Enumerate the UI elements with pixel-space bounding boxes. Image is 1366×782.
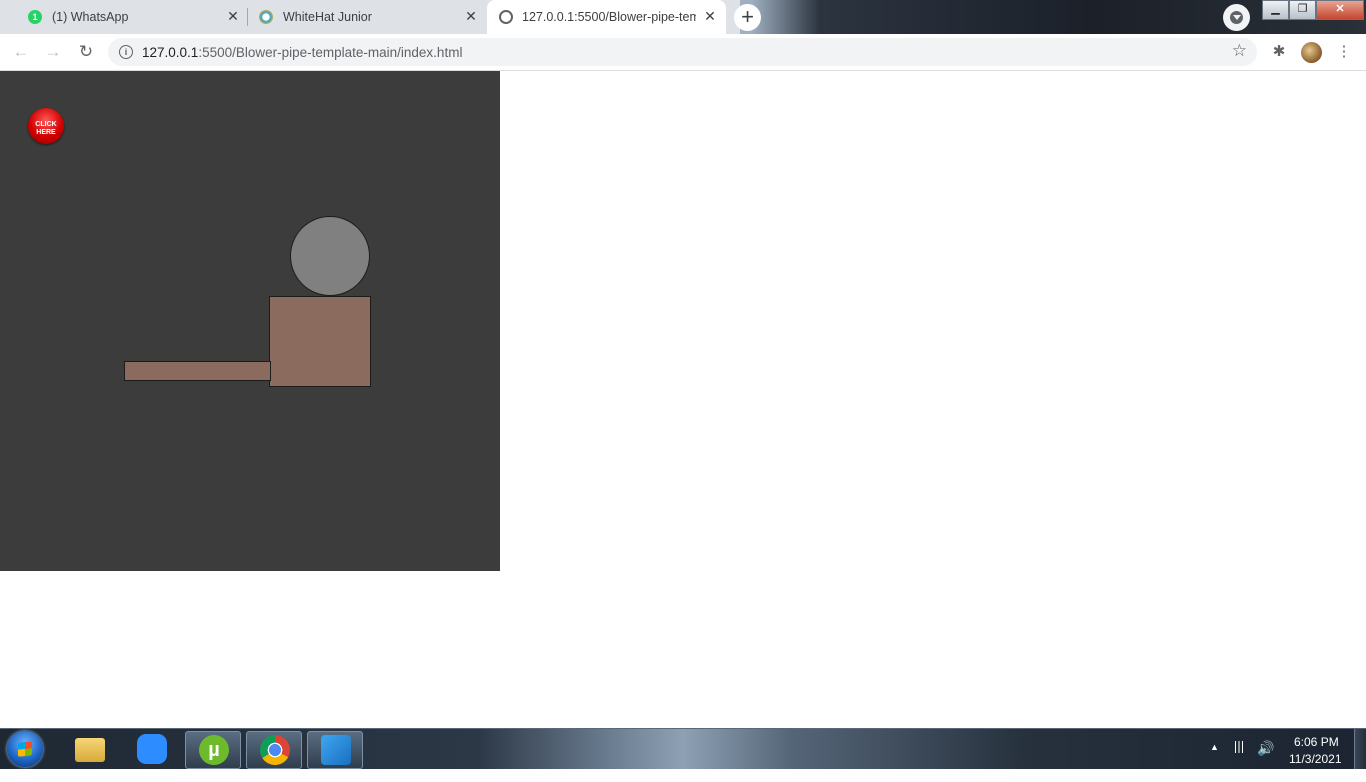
blower-body <box>269 296 371 387</box>
close-window-button[interactable]: ✕ <box>1316 0 1364 20</box>
taskbar-chrome[interactable] <box>246 731 302 769</box>
tab-title: (1) WhatsApp <box>52 10 129 24</box>
click-here-button[interactable]: CLICK HERE <box>28 108 64 144</box>
minimize-button[interactable]: ▁ <box>1262 0 1289 20</box>
clock-time[interactable]: 6:06 PM <box>1294 735 1339 749</box>
clock-date[interactable]: 11/3/2021 <box>1289 752 1342 766</box>
chevron-down-icon <box>1233 15 1241 20</box>
ball <box>290 216 370 296</box>
url-path: :5500/Blower-pipe-template-main/index.ht… <box>198 45 463 60</box>
whitehat-jr-icon <box>259 10 273 24</box>
chrome-icon <box>260 735 290 765</box>
extensions-icon[interactable]: ✱ <box>1269 42 1289 62</box>
browser-toolbar: ← → ↻ i 127.0.0.1:5500/Blower-pipe-templ… <box>0 34 1366 71</box>
globe-icon <box>499 10 513 24</box>
new-tab-button[interactable]: + <box>734 4 761 31</box>
forward-button[interactable]: → <box>41 40 65 64</box>
whatsapp-icon: 1 <box>28 10 42 24</box>
taskbar-zoom[interactable] <box>124 731 178 767</box>
url-text[interactable]: 127.0.0.1:5500/Blower-pipe-template-main… <box>142 45 462 60</box>
taskbar-utorrent[interactable]: µ <box>185 731 241 769</box>
network-icon[interactable] <box>1232 741 1246 753</box>
menu-kebab-icon[interactable]: ⋮ <box>1334 42 1354 62</box>
info-icon[interactable]: i <box>119 45 133 59</box>
tab-search-button[interactable] <box>1223 4 1250 31</box>
tab-whatsapp[interactable]: 1 (1) WhatsApp ✕ <box>8 0 246 34</box>
address-bar[interactable]: i 127.0.0.1:5500/Blower-pipe-template-ma… <box>108 38 1257 66</box>
close-icon[interactable]: ✕ <box>464 9 478 23</box>
start-button[interactable] <box>7 731 43 767</box>
tab-title: WhiteHat Junior <box>283 10 372 24</box>
tab-whitehat-junior[interactable]: WhiteHat Junior ✕ <box>248 0 486 34</box>
vscode-icon <box>321 735 351 765</box>
show-desktop-button[interactable] <box>1354 729 1366 769</box>
volume-icon[interactable]: 🔊 <box>1257 740 1274 780</box>
browser-tab-strip: 1 (1) WhatsApp ✕ WhiteHat Junior ✕ 127.0… <box>0 0 1366 34</box>
close-icon[interactable]: ✕ <box>703 9 717 23</box>
click-here-label: CLICK HERE <box>35 121 57 136</box>
tab-title: 127.0.0.1:5500/Blower-pipe-temp <box>522 10 696 24</box>
windows-taskbar: µ ▲ 🔊 6:06 PM 11/3/2021 <box>0 728 1366 769</box>
reload-button[interactable]: ↻ <box>74 40 98 64</box>
utorrent-icon: µ <box>199 735 229 765</box>
url-host: 127.0.0.1 <box>142 45 199 60</box>
blower-pipe <box>124 361 271 381</box>
taskbar-file-explorer[interactable] <box>62 731 116 767</box>
close-icon[interactable]: ✕ <box>226 9 240 23</box>
profile-avatar[interactable] <box>1301 42 1322 63</box>
folder-icon <box>75 738 105 762</box>
tray-overflow-icon[interactable]: ▲ <box>1210 742 1219 782</box>
tab-blower-pipe[interactable]: 127.0.0.1:5500/Blower-pipe-temp ✕ <box>487 0 726 34</box>
bookmark-star-icon[interactable]: ☆ <box>1232 41 1247 61</box>
game-canvas[interactable]: CLICK HERE <box>0 71 500 571</box>
back-button[interactable]: ← <box>9 40 33 64</box>
maximize-button[interactable]: ❐ <box>1289 0 1316 20</box>
taskbar-vscode[interactable] <box>307 731 363 769</box>
zoom-icon <box>137 734 167 764</box>
